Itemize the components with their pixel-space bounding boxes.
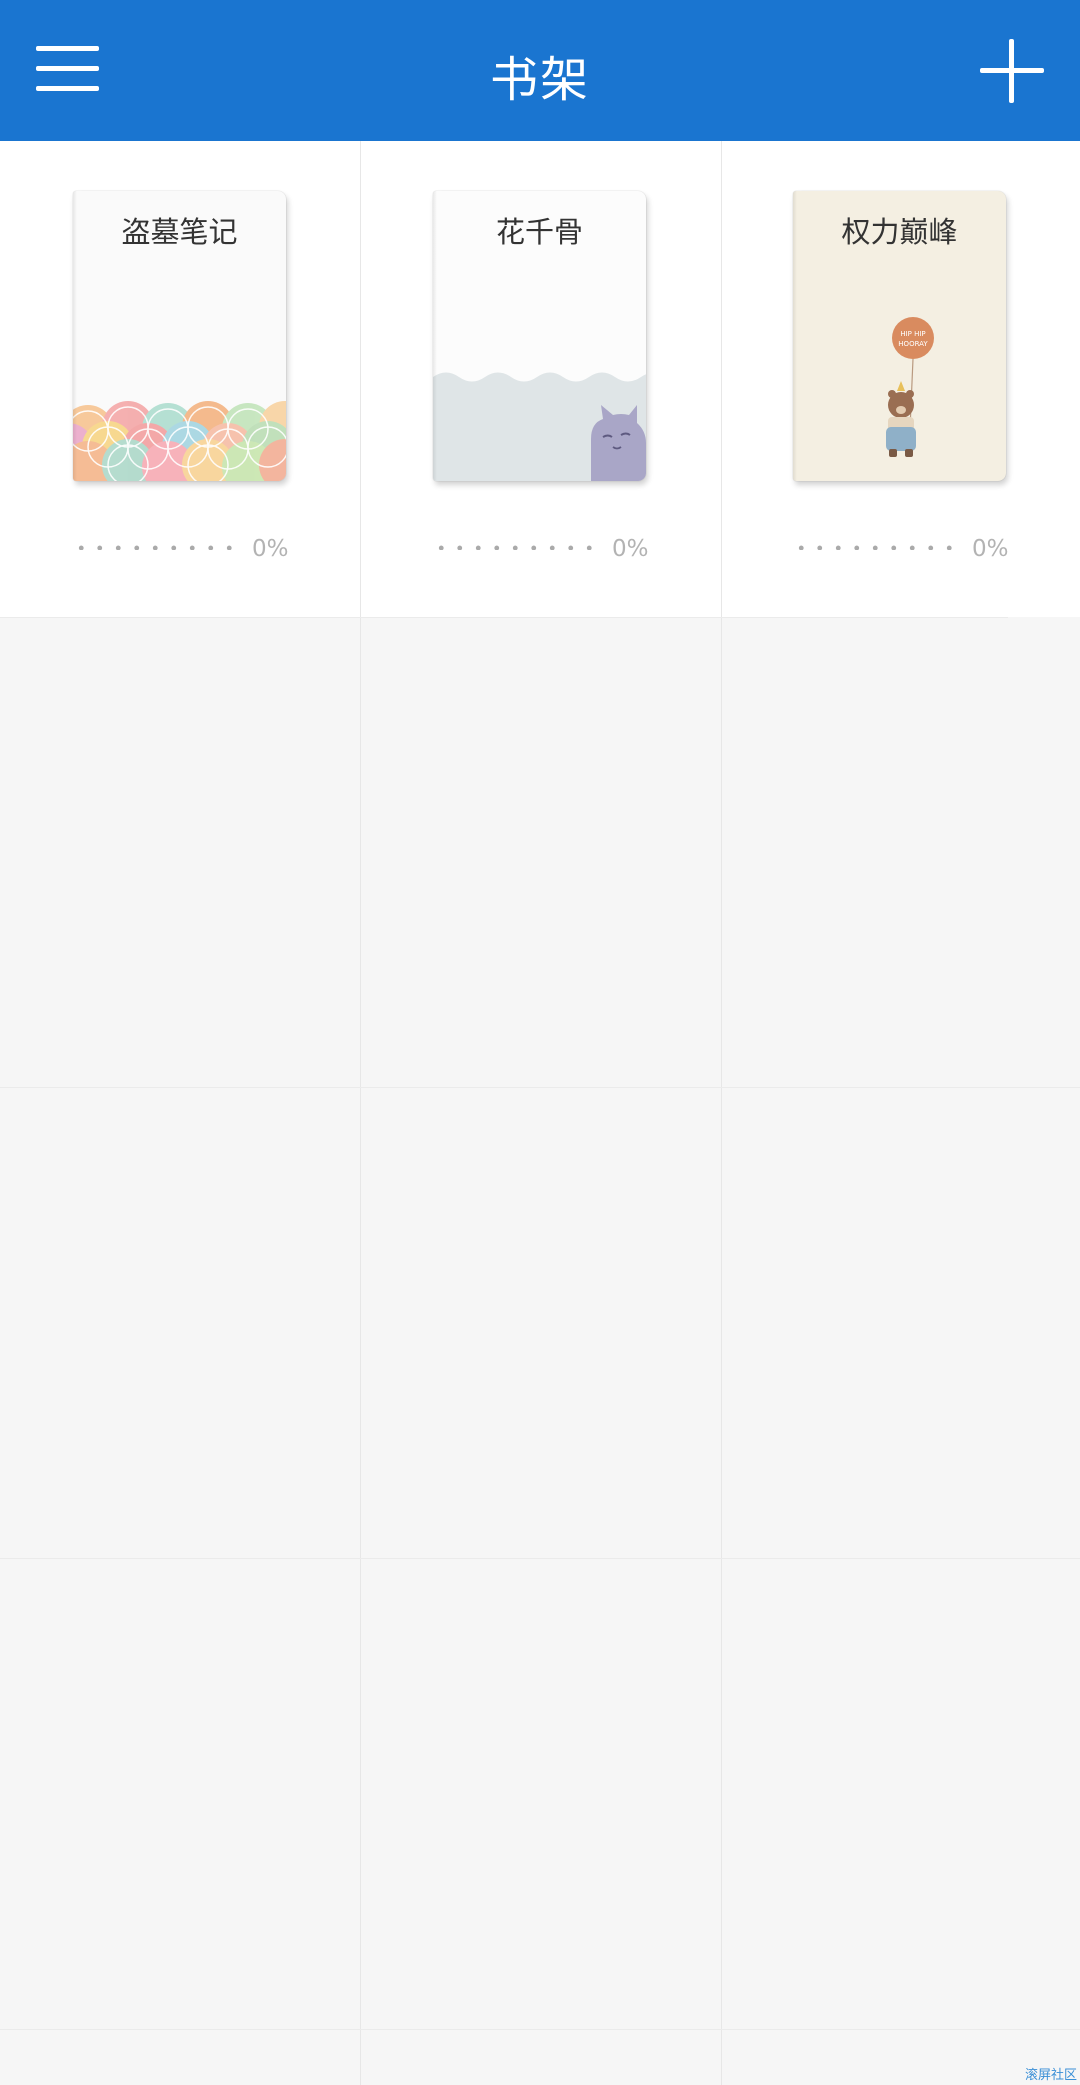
shelf-divider [0,1558,1080,1559]
shelf-divider [0,1087,1080,1088]
top-app-bar: 书架 [0,0,1080,141]
book-cell: 花千骨 0% [360,141,720,617]
book-title: 权力巅峰 [841,215,958,249]
bookshelf-grid: 盗墓笔记 0% 花千骨 0% HIP HIP HOORAY 权力巅峰 0% [0,141,1080,2085]
balloon-text-line1: HIP HIP [900,330,925,338]
grid-divider [721,141,722,2085]
progress-percent: 0% [972,536,1009,562]
book-cell: 盗墓笔记 0% [0,141,360,617]
reading-progress: 0% [792,536,1012,566]
bookshelf-row: 盗墓笔记 0% 花千骨 0% HIP HIP HOORAY 权力巅峰 0% [0,141,1080,617]
book-title: 花千骨 [495,215,583,249]
book-cover[interactable]: 盗墓笔记 [73,191,286,481]
shelf-divider [0,617,1008,618]
grid-divider [360,141,361,2085]
shelf-divider [0,2029,1080,2030]
progress-percent: 0% [612,536,649,562]
book-cover[interactable]: 花千骨 [433,191,646,481]
book-cover[interactable]: HIP HIP HOORAY 权力巅峰 [793,191,1006,481]
progress-percent: 0% [252,536,289,562]
page-title: 书架 [489,52,590,108]
progress-dots [792,545,962,550]
progress-dots [432,545,602,550]
watermark-text: 滚屏社区 [1024,2068,1077,2083]
plus-icon[interactable] [978,37,1046,105]
reading-progress: 0% [72,536,292,566]
balloon-text-line2: HOORAY [898,340,928,348]
bear-icon [886,381,916,457]
progress-dots [72,545,242,550]
book-cell: HIP HIP HOORAY 权力巅峰 0% [720,141,1080,617]
book-title: 盗墓笔记 [121,215,238,249]
reading-progress: 0% [432,536,652,566]
